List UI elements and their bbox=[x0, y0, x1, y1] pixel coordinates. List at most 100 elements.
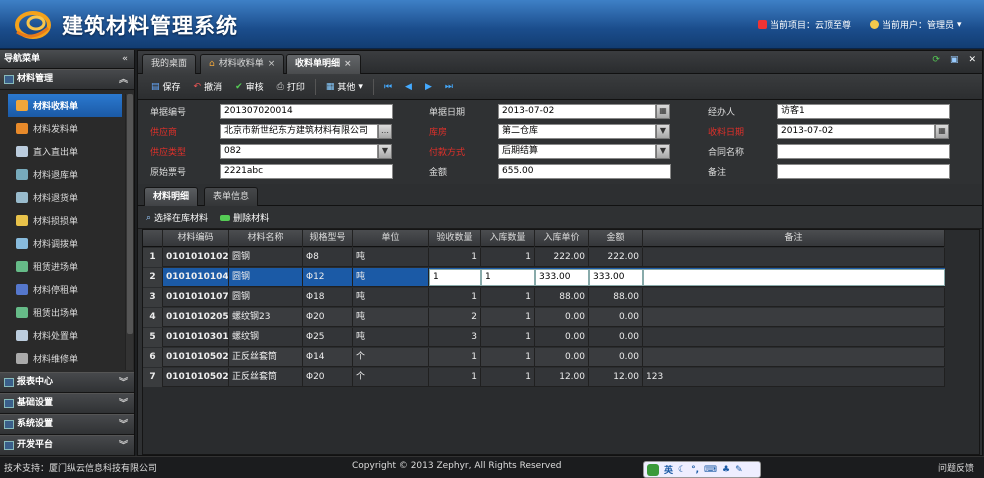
table-cell[interactable]: 吨 bbox=[353, 248, 429, 267]
table-cell[interactable]: 1 bbox=[481, 248, 535, 267]
table-cell[interactable] bbox=[643, 328, 945, 347]
table-cell[interactable]: 0.00 bbox=[535, 308, 589, 327]
sidebar-item-lease-in[interactable]: 租赁进场单 bbox=[0, 255, 134, 278]
cancel-button[interactable]: ↶ 撤消 bbox=[189, 77, 228, 97]
row-number-cell[interactable]: 7 bbox=[143, 368, 163, 387]
table-cell[interactable]: 正反丝套筒 bbox=[229, 368, 303, 387]
warehouse-select[interactable]: 第二仓库 bbox=[498, 124, 656, 139]
table-cell[interactable] bbox=[643, 308, 945, 327]
group-reports[interactable]: 报表中心 ︾ bbox=[0, 372, 134, 393]
table-cell[interactable]: 个 bbox=[353, 368, 429, 387]
table-cell[interactable]: 1 bbox=[429, 248, 481, 267]
tab-receipt-detail[interactable]: 收料单明细 × bbox=[286, 54, 361, 74]
table-cell[interactable]: 222.00 bbox=[535, 248, 589, 267]
table-cell[interactable]: Φ20 bbox=[303, 368, 353, 387]
table-cell[interactable]: 1 bbox=[481, 308, 535, 327]
receive-date-field[interactable]: 2013-07-02 bbox=[777, 124, 935, 139]
column-header[interactable]: 金额 bbox=[589, 230, 643, 247]
table-cell[interactable]: 1 bbox=[429, 269, 481, 286]
table-row[interactable]: 6 0101010502 正反丝套筒 Φ14 个 1 1 0.00 0.00 bbox=[143, 348, 945, 367]
current-project[interactable]: 当前项目：云顶至尊 bbox=[758, 18, 851, 31]
table-cell[interactable]: 0101010502 bbox=[163, 348, 229, 367]
table-cell[interactable]: 333.00 bbox=[589, 269, 643, 286]
table-cell[interactable]: 0.00 bbox=[589, 308, 643, 327]
tab-material-detail[interactable]: 材料明细 bbox=[144, 187, 199, 206]
table-cell[interactable] bbox=[643, 288, 945, 307]
table-cell[interactable]: 12.00 bbox=[535, 368, 589, 387]
feedback-link[interactable]: 问题反馈 bbox=[938, 461, 974, 474]
table-cell[interactable]: 0.00 bbox=[535, 348, 589, 367]
delete-material-button[interactable]: 删除材料 bbox=[220, 211, 269, 224]
table-cell[interactable]: 吨 bbox=[353, 268, 429, 287]
audit-button[interactable]: ✔ 审核 bbox=[230, 77, 269, 97]
table-cell[interactable] bbox=[643, 248, 945, 267]
last-record-button[interactable]: ⏭ bbox=[440, 77, 458, 97]
chevron-down-icon[interactable]: ▼ bbox=[656, 144, 670, 159]
table-cell[interactable]: 1 bbox=[429, 368, 481, 387]
tab-form-info[interactable]: 表单信息 bbox=[204, 187, 259, 206]
column-header[interactable] bbox=[143, 230, 163, 247]
payment-select[interactable]: 后期结算 bbox=[498, 144, 656, 159]
close-icon[interactable]: × bbox=[268, 55, 276, 74]
row-number-cell[interactable]: 4 bbox=[143, 308, 163, 327]
select-material-button[interactable]: ⌕ 选择在库材料 bbox=[146, 211, 208, 225]
column-header[interactable]: 入库数量 bbox=[481, 230, 535, 247]
table-cell[interactable]: 圆钢 bbox=[229, 268, 303, 287]
table-cell[interactable]: 1 bbox=[481, 328, 535, 347]
close-icon[interactable]: × bbox=[344, 55, 352, 74]
table-cell[interactable]: 0101010102 bbox=[163, 248, 229, 267]
table-cell[interactable]: 88.00 bbox=[589, 288, 643, 307]
current-user[interactable]: 当前用户：管理员 ▾ bbox=[870, 18, 962, 31]
table-cell[interactable]: 1 bbox=[481, 269, 535, 286]
table-cell[interactable]: 2 bbox=[429, 308, 481, 327]
table-cell[interactable]: 圆钢 bbox=[229, 248, 303, 267]
scrollbar-thumb[interactable] bbox=[127, 94, 133, 334]
other-button[interactable]: ▦ 其他 ▾ bbox=[321, 77, 368, 97]
table-cell[interactable]: 0.00 bbox=[589, 328, 643, 347]
sidebar-item-return-goods[interactable]: 材料退货单 bbox=[0, 186, 134, 209]
sidebar-item-lease-out[interactable]: 租赁出场单 bbox=[0, 301, 134, 324]
print-button[interactable]: ⎙ 打印 bbox=[272, 77, 310, 97]
table-cell[interactable]: Φ20 bbox=[303, 308, 353, 327]
table-cell[interactable] bbox=[643, 269, 945, 286]
table-cell[interactable]: 正反丝套筒 bbox=[229, 348, 303, 367]
sidebar-item-repair[interactable]: 材料维修单 bbox=[0, 347, 134, 370]
next-record-button[interactable]: ▶ bbox=[420, 77, 437, 97]
sidebar-item-issue[interactable]: 材料发料单 bbox=[0, 117, 134, 140]
table-cell[interactable]: 0101010107 bbox=[163, 288, 229, 307]
table-cell[interactable]: 1 bbox=[481, 368, 535, 387]
row-number-cell[interactable]: 5 bbox=[143, 328, 163, 347]
table-cell[interactable]: 个 bbox=[353, 348, 429, 367]
column-header[interactable]: 验收数量 bbox=[429, 230, 481, 247]
orig-no-field[interactable]: 2221abc bbox=[220, 164, 393, 179]
table-cell[interactable]: 1 bbox=[481, 348, 535, 367]
tab-desktop[interactable]: 我的桌面 bbox=[142, 54, 197, 74]
table-cell[interactable]: 123 bbox=[643, 368, 945, 387]
table-cell[interactable]: 圆钢 bbox=[229, 288, 303, 307]
chevron-down-icon[interactable]: ▼ bbox=[378, 144, 392, 159]
table-cell[interactable]: Φ14 bbox=[303, 348, 353, 367]
table-cell[interactable]: 3 bbox=[429, 328, 481, 347]
table-cell[interactable]: 1 bbox=[429, 348, 481, 367]
table-cell[interactable]: 222.00 bbox=[589, 248, 643, 267]
table-cell[interactable]: Φ18 bbox=[303, 288, 353, 307]
table-row[interactable]: 1 0101010102 圆钢 Φ8 吨 1 1 222.00 222.00 bbox=[143, 248, 945, 267]
row-number-cell[interactable]: 2 bbox=[143, 268, 163, 287]
table-cell[interactable]: 吨 bbox=[353, 288, 429, 307]
chevron-down-icon[interactable]: ▼ bbox=[656, 124, 670, 139]
ellipsis-icon[interactable]: … bbox=[378, 124, 392, 139]
sidebar-item-receipt[interactable]: 材料收料单 bbox=[8, 94, 122, 117]
sidebar-item-disposal[interactable]: 材料处置单 bbox=[0, 324, 134, 347]
sidebar-item-lease-stop[interactable]: 材料停租单 bbox=[0, 278, 134, 301]
table-cell[interactable]: 0101010502 bbox=[163, 368, 229, 387]
table-row[interactable]: 3 0101010107 圆钢 Φ18 吨 1 1 88.00 88.00 bbox=[143, 288, 945, 307]
sidebar-scrollbar[interactable] bbox=[125, 94, 133, 370]
table-cell[interactable]: 吨 bbox=[353, 328, 429, 347]
table-cell[interactable] bbox=[643, 348, 945, 367]
table-row[interactable]: 2 0101010104 圆钢 Φ12 吨 1 1 333.00 333.00 bbox=[143, 268, 945, 287]
table-cell[interactable]: 0.00 bbox=[589, 348, 643, 367]
group-material-management[interactable]: 材料管理 ︽ bbox=[0, 69, 134, 90]
supplier-type-select[interactable]: 082 bbox=[220, 144, 378, 159]
row-number-cell[interactable]: 3 bbox=[143, 288, 163, 307]
table-cell[interactable]: 12.00 bbox=[589, 368, 643, 387]
